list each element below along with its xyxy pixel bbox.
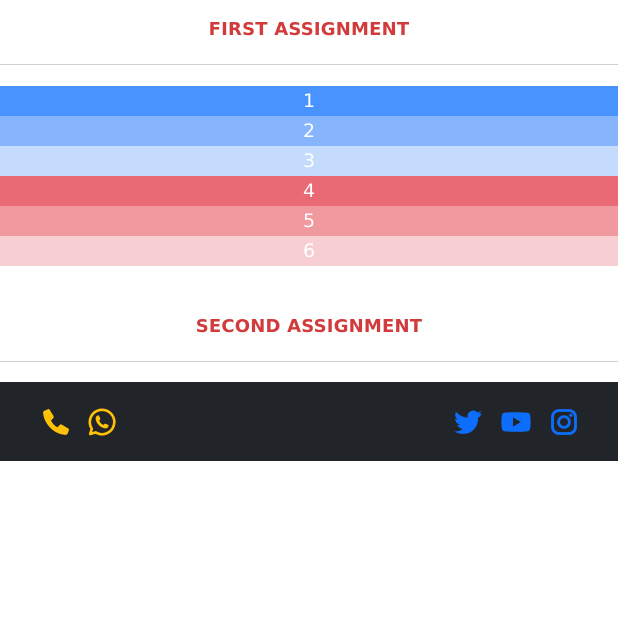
- stripe-2: 2: [0, 116, 618, 146]
- stripe-6: 6: [0, 236, 618, 266]
- first-assignment-heading: FIRST ASSIGNMENT: [208, 19, 410, 40]
- divider: [0, 64, 618, 65]
- stripe-4: 4: [0, 176, 618, 206]
- whatsapp-icon[interactable]: [86, 406, 118, 438]
- youtube-icon[interactable]: [500, 406, 532, 438]
- twitter-icon[interactable]: [452, 406, 484, 438]
- phone-icon[interactable]: [40, 406, 72, 438]
- second-assignment-heading: SECOND ASSIGNMENT: [195, 316, 423, 337]
- divider: [0, 361, 618, 362]
- stripe-1: 1: [0, 86, 618, 116]
- stripe-3: 3: [0, 146, 618, 176]
- instagram-icon[interactable]: [548, 406, 580, 438]
- color-stripes: 1 2 3 4 5 6: [0, 86, 618, 266]
- footer: [0, 382, 618, 461]
- stripe-5: 5: [0, 206, 618, 236]
